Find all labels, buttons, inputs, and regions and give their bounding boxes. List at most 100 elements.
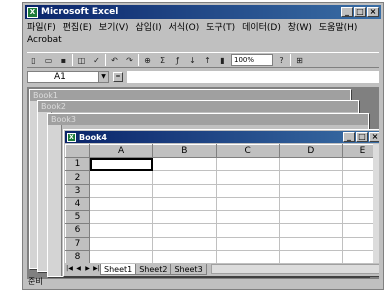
cell[interactable] [215,236,280,251]
menu-data[interactable]: 데이터(D) [242,23,281,33]
function-icon[interactable]: ƒ [171,54,184,67]
save-icon[interactable]: ▪ [57,54,70,67]
open-icon[interactable]: ▭ [42,54,55,67]
redo-icon[interactable]: ↷ [123,54,136,67]
cell[interactable] [152,236,217,251]
row-headers [48,125,62,276]
cell[interactable] [152,157,217,172]
row-header[interactable]: 6 [65,223,90,238]
restore-button[interactable]: □ [354,7,366,17]
cell[interactable] [88,196,154,212]
new-icon[interactable]: ▯ [27,54,40,67]
cell[interactable] [88,249,154,265]
cell[interactable] [215,249,280,265]
close-button[interactable]: × [367,7,379,17]
chart-wizard-icon[interactable]: ▮ [216,54,229,67]
vertical-scrollbar[interactable] [373,144,379,264]
cell[interactable] [88,236,154,251]
horizontal-scrollbar[interactable] [210,264,379,274]
cell[interactable] [152,249,217,265]
cell[interactable] [152,183,217,198]
sheet-tab-bar: |◀ ◀ ▶ ▶| Sheet1 Sheet2 Sheet3 [65,263,379,275]
column-header[interactable]: A [88,143,154,159]
cell[interactable] [88,210,154,225]
cell[interactable] [215,170,280,185]
column-header[interactable]: B [152,143,217,159]
row-header[interactable]: 8 [65,249,90,265]
sheet-tab-sheet3[interactable]: Sheet3 [170,263,207,275]
first-sheet-icon[interactable]: |◀ [65,264,74,274]
cell[interactable] [278,249,344,265]
formula-button[interactable]: = [113,72,123,82]
menu-insert[interactable]: 삽입(I) [135,23,161,33]
formula-bar: A1 ▼ = [27,70,379,84]
status-bar: 준비 [28,277,43,286]
borders-icon[interactable]: ⊞ [293,54,306,67]
toolbar-separator [138,54,139,66]
standard-toolbar: ▯ ▭ ▪ ◫ ✓ ↶ ↷ ⊕ Σ ƒ ↓ ↑ ▮ 100% ? ⊞ [27,52,379,68]
window-title: Book3 [48,114,368,125]
menu-help[interactable]: 도움말(H) [319,23,358,33]
cell[interactable] [152,196,217,212]
cell[interactable] [152,223,217,238]
sort-descending-icon[interactable]: ↑ [201,54,214,67]
workbook-area: Book1 Book2 Book3 X Book4 _ □ × A B C D … [27,87,379,279]
close-button[interactable]: × [369,132,379,142]
spelling-icon[interactable]: ✓ [90,54,103,67]
cell[interactable] [278,183,344,198]
row-header[interactable]: 5 [65,210,90,225]
column-header[interactable]: D [278,143,344,159]
row-header[interactable]: 4 [65,196,90,212]
undo-icon[interactable]: ↶ [108,54,121,67]
cell[interactable] [215,223,280,238]
menu-view[interactable]: 보기(V) [99,23,129,33]
autosum-icon[interactable]: Σ [156,54,169,67]
cell[interactable] [215,183,280,198]
menu-tools[interactable]: 도구(T) [206,23,235,33]
name-box[interactable]: A1 ▼ [27,71,109,83]
cell[interactable] [215,157,280,172]
menu-format[interactable]: 서식(O) [169,23,200,33]
print-preview-icon[interactable]: ◫ [75,54,88,67]
prev-sheet-icon[interactable]: ◀ [74,264,83,274]
hyperlink-icon[interactable]: ⊕ [141,54,154,67]
cell[interactable] [215,210,280,225]
chevron-down-icon[interactable]: ▼ [98,72,108,82]
row-header[interactable]: 1 [65,157,90,172]
menu-window[interactable]: 창(W) [288,23,312,33]
row-header[interactable]: 2 [65,170,90,185]
cell[interactable] [278,210,344,225]
spreadsheet-grid: A B C D E 1 2 3 4 5 6 7 8 [65,143,379,265]
workbook-window-book4[interactable]: X Book4 _ □ × A B C D E 1 2 3 4 5 6 7 8 … [63,129,379,277]
cell[interactable] [88,223,154,238]
menu-file[interactable]: 파일(F) [27,23,56,33]
cell[interactable] [88,170,154,185]
cell[interactable] [152,170,217,185]
cell[interactable] [88,183,154,198]
help-icon[interactable]: ? [275,54,288,67]
zoom-select[interactable]: 100% [231,54,273,66]
sheet-tab-sheet2[interactable]: Sheet2 [135,263,172,275]
minimize-button[interactable]: _ [343,132,355,142]
menu-acrobat[interactable]: Acrobat [27,35,62,45]
next-sheet-icon[interactable]: ▶ [83,264,92,274]
cell[interactable] [278,223,344,238]
minimize-button[interactable]: _ [341,7,353,17]
cell[interactable] [152,210,217,225]
name-box-value: A1 [54,72,66,82]
cell[interactable] [278,170,344,185]
row-header[interactable]: 3 [65,183,90,198]
formula-input[interactable] [127,71,379,83]
cell[interactable] [278,196,344,212]
sort-ascending-icon[interactable]: ↓ [186,54,199,67]
column-header[interactable]: C [215,143,280,159]
cell-a1[interactable] [88,157,154,172]
row-header[interactable]: 7 [65,236,90,251]
cell[interactable] [215,196,280,212]
sheet-tab-sheet1[interactable]: Sheet1 [100,263,137,275]
cell[interactable] [278,236,344,251]
restore-button[interactable]: □ [356,132,368,142]
select-all-corner[interactable] [65,143,90,159]
cell[interactable] [278,157,344,172]
menu-edit[interactable]: 편집(E) [63,23,92,33]
